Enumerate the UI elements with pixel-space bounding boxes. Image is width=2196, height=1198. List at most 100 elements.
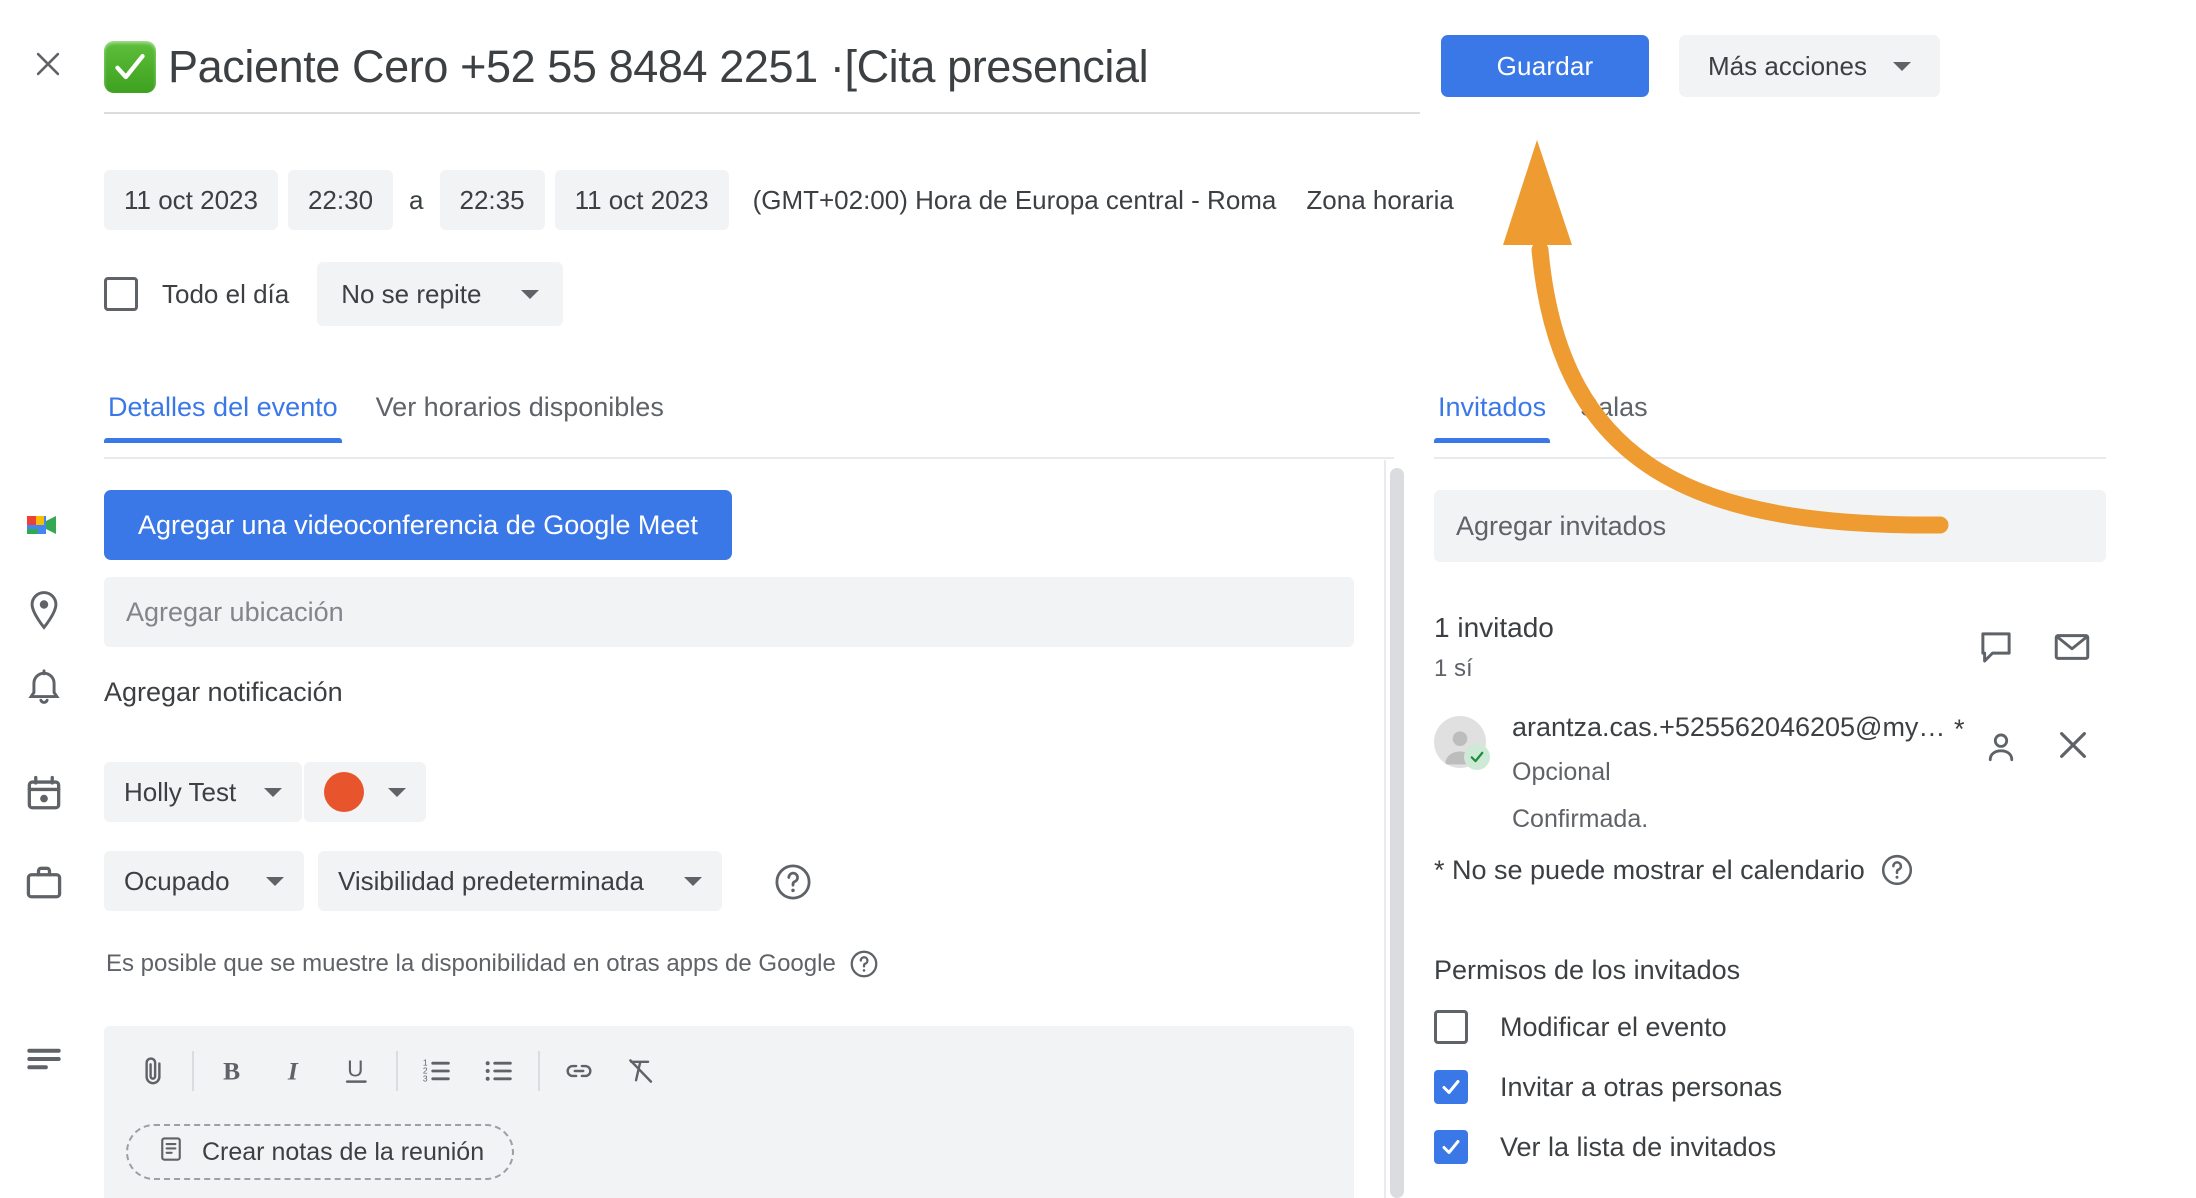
visibility-dropdown[interactable]: Visibilidad predeterminada: [318, 851, 722, 911]
attach-icon[interactable]: [122, 1040, 184, 1102]
toolbar-divider: [538, 1051, 540, 1091]
notes-chip-label: Crear notas de la reunión: [202, 1137, 485, 1166]
guest-email: arantza.cas.+525562046205@my…: [1512, 712, 1946, 742]
availability-help-icon[interactable]: [848, 948, 880, 980]
calendar-owner-value: Holly Test: [124, 776, 237, 807]
right-panel-scrollbar[interactable]: [1390, 468, 1404, 1198]
briefcase-icon: [22, 861, 66, 905]
notes-doc-icon: [156, 1134, 186, 1171]
save-button[interactable]: Guardar: [1441, 35, 1649, 97]
description-icon: [22, 1037, 66, 1081]
italic-icon[interactable]: I: [264, 1040, 326, 1102]
svg-text:U: U: [347, 1056, 363, 1082]
chat-icon[interactable]: [1975, 626, 2017, 668]
guest-count-label: 1 invitado: [1434, 612, 1554, 643]
location-pin-icon: [22, 588, 66, 632]
underline-icon[interactable]: U: [326, 1040, 388, 1102]
chevron-down-icon: [521, 289, 540, 299]
availability-note: Es posible que se muestre la disponibili…: [106, 948, 880, 980]
guest-permissions-list: Modificar el evento Invitar a otras pers…: [1434, 1010, 1782, 1164]
schedule-row: 11 oct 2023 22:30 a 22:35 11 oct 2023 (G…: [104, 170, 1454, 230]
close-icon[interactable]: [22, 38, 74, 90]
header: Paciente Cero +52 55 8484 2251 ·[Cita pr…: [0, 0, 2196, 128]
no-calendar-help-icon[interactable]: [1879, 852, 1915, 888]
right-tabs: Invitados Salas: [1434, 392, 1652, 443]
bell-icon: [22, 665, 66, 709]
availability-note-text: Es posible que se muestre la disponibili…: [106, 950, 836, 977]
more-actions-label: Más acciones: [1708, 50, 1867, 81]
numbered-list-icon[interactable]: 1 2 3: [406, 1040, 468, 1102]
link-icon[interactable]: [548, 1040, 610, 1102]
accepted-badge-icon: [1464, 744, 1490, 770]
chevron-down-icon: [1892, 61, 1911, 71]
visibility-help-icon[interactable]: [772, 861, 814, 903]
toolbar-divider: [396, 1051, 398, 1091]
add-notification-button[interactable]: Agregar notificación: [104, 677, 343, 708]
right-tab-underline: [1434, 457, 2106, 459]
tab-guests[interactable]: Invitados: [1434, 392, 1551, 443]
permission-see-guest-list[interactable]: Ver la lista de invitados: [1434, 1130, 1782, 1164]
end-date-field[interactable]: 11 oct 2023: [554, 170, 729, 230]
guest-permissions-title: Permisos de los invitados: [1434, 955, 1741, 985]
start-date-field[interactable]: 11 oct 2023: [104, 170, 278, 230]
location-input[interactable]: Agregar ubicación: [104, 577, 1354, 647]
permission-label: Ver la lista de invitados: [1500, 1131, 1777, 1162]
event-title-text: Paciente Cero +52 55 8484 2251 ·[Cita pr…: [168, 41, 1149, 92]
chevron-down-icon: [264, 787, 283, 797]
event-color-dropdown[interactable]: [304, 762, 426, 822]
modify-event-checkbox[interactable]: [1434, 1010, 1468, 1044]
left-tabs: Detalles del evento Ver horarios disponi…: [104, 392, 668, 443]
recurrence-value: No se repite: [341, 278, 482, 309]
email-icon[interactable]: [2051, 626, 2093, 668]
timezone-button[interactable]: Zona horaria: [1306, 185, 1453, 216]
allday-repeat-row: Todo el día No se repite: [104, 262, 564, 326]
tab-event-details[interactable]: Detalles del evento: [104, 392, 342, 443]
availability-value: Ocupado: [124, 865, 230, 896]
permission-modify-event[interactable]: Modificar el evento: [1434, 1010, 1782, 1044]
no-calendar-note-text: * No se puede mostrar el calendario: [1434, 854, 1865, 885]
guest-status-label: Confirmada.: [1512, 805, 1649, 833]
add-google-meet-button[interactable]: Agregar una videoconferencia de Google M…: [104, 490, 732, 560]
start-time-field[interactable]: 22:30: [287, 170, 394, 230]
permission-label: Modificar el evento: [1500, 1011, 1727, 1042]
tab-find-a-time[interactable]: Ver horarios disponibles: [372, 392, 668, 443]
permission-invite-others[interactable]: Invitar a otras personas: [1434, 1070, 1782, 1104]
avatar: [1434, 716, 1490, 770]
bold-icon[interactable]: B: [202, 1040, 264, 1102]
guest-optional-label: Opcional: [1512, 758, 1611, 786]
chevron-down-icon: [388, 787, 406, 797]
svg-text:B: B: [223, 1057, 240, 1086]
no-calendar-note: * No se puede mostrar el calendario: [1434, 852, 1915, 888]
left-tab-underline: [104, 457, 1394, 459]
color-swatch: [324, 772, 364, 812]
create-meeting-notes-button[interactable]: Crear notas de la reunión: [126, 1124, 515, 1180]
toolbar-divider: [192, 1051, 194, 1091]
all-day-checkbox[interactable]: [104, 277, 138, 311]
guest-action-buttons: [1975, 626, 2093, 668]
end-time-field[interactable]: 22:35: [439, 170, 545, 230]
visibility-value: Visibilidad predeterminada: [338, 865, 644, 896]
mark-optional-icon[interactable]: [1982, 728, 2020, 766]
chevron-down-icon: [265, 876, 284, 886]
description-editor[interactable]: B I U 1 2 3 Crear notas de la reunión: [104, 1026, 1354, 1198]
panel-divider: [1384, 460, 1386, 1198]
calendar-icon: [22, 772, 66, 816]
add-guests-input[interactable]: Agregar invitados: [1434, 490, 2106, 562]
more-actions-button[interactable]: Más acciones: [1679, 35, 1940, 97]
invite-others-checkbox[interactable]: [1434, 1070, 1468, 1104]
guest-star-marker: *: [1954, 714, 1965, 744]
chevron-down-icon: [683, 876, 702, 886]
recurrence-dropdown[interactable]: No se repite: [317, 262, 564, 326]
calendar-owner-dropdown[interactable]: Holly Test: [104, 762, 303, 822]
remove-guest-icon[interactable]: [2052, 724, 2094, 766]
event-title-field[interactable]: Paciente Cero +52 55 8484 2251 ·[Cita pr…: [104, 22, 1420, 114]
permission-label: Invitar a otras personas: [1500, 1071, 1783, 1102]
see-guest-list-checkbox[interactable]: [1434, 1130, 1468, 1164]
google-meet-icon: [22, 503, 66, 547]
tab-rooms[interactable]: Salas: [1576, 392, 1652, 443]
event-editor-page: Paciente Cero +52 55 8484 2251 ·[Cita pr…: [0, 0, 2196, 1198]
clear-formatting-icon[interactable]: [610, 1040, 672, 1102]
bulleted-list-icon[interactable]: [468, 1040, 530, 1102]
availability-dropdown[interactable]: Ocupado: [104, 851, 304, 911]
svg-text:I: I: [287, 1057, 299, 1086]
